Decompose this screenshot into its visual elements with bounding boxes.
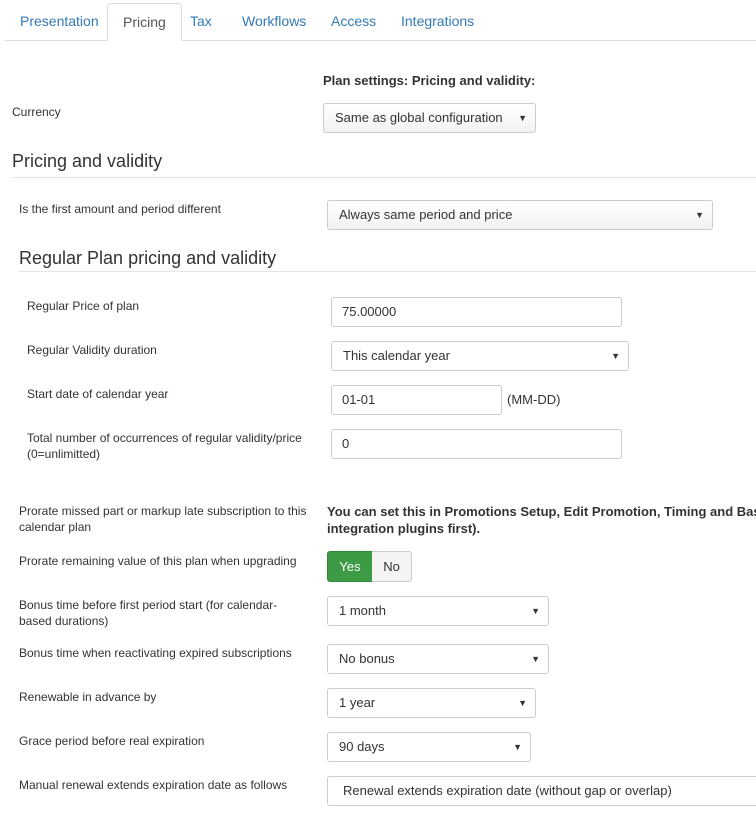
- regular-section-title: Regular Plan pricing and validity: [19, 248, 277, 268]
- divider: [19, 271, 756, 272]
- bonus-reactivate-label: Bonus time when reactivating expired sub…: [19, 646, 292, 660]
- tab-pricing[interactable]: Pricing: [107, 3, 182, 41]
- tab-access[interactable]: Access: [316, 3, 391, 40]
- prorate-upgrade-yes-button[interactable]: Yes: [327, 551, 373, 582]
- currency-label: Currency: [12, 105, 61, 119]
- caret-down-icon: ▼: [513, 742, 522, 752]
- first-amount-select[interactable]: Always same period and price ▼: [327, 200, 713, 230]
- renewable-label: Renewable in advance by: [19, 690, 157, 704]
- tab-integrations[interactable]: Integrations: [386, 3, 489, 40]
- occurrences-label-line1: Total number of occurrences of regular v…: [27, 431, 302, 445]
- prorate-missed-label: Prorate missed part or markup late subsc…: [19, 503, 306, 535]
- caret-down-icon: ▼: [695, 210, 704, 220]
- prorate-missed-note-line1: You can set this in Promotions Setup, Ed…: [327, 504, 756, 519]
- caret-down-icon: ▼: [518, 698, 527, 708]
- regular-validity-select-value: This calendar year: [343, 348, 450, 363]
- occurrences-input[interactable]: 0: [331, 429, 622, 459]
- tab-bar: Presentation Pricing Tax Workflows Acces…: [5, 3, 756, 41]
- grace-select-value: 90 days: [339, 739, 385, 754]
- grace-select[interactable]: 90 days ▼: [327, 732, 531, 762]
- tab-tax[interactable]: Tax: [175, 3, 227, 40]
- pricing-section-title: Pricing and validity: [12, 151, 163, 171]
- manual-renewal-select-value: Renewal extends expiration date (without…: [343, 783, 672, 798]
- bonus-first-label-line1: Bonus time before first period start (fo…: [19, 598, 278, 612]
- manual-renewal-select[interactable]: Renewal extends expiration date (without…: [327, 776, 756, 806]
- bonus-first-label-line2: based durations): [19, 614, 109, 628]
- caret-down-icon: ▼: [531, 654, 540, 664]
- regular-validity-label: Regular Validity duration: [27, 343, 157, 357]
- caret-down-icon: ▼: [611, 351, 620, 361]
- caret-down-icon: ▼: [518, 113, 527, 123]
- prorate-upgrade-label: Prorate remaining value of this plan whe…: [19, 554, 297, 568]
- tab-workflows[interactable]: Workflows: [227, 3, 321, 40]
- start-date-format-hint: (MM-DD): [507, 392, 561, 407]
- manual-renewal-label: Manual renewal extends expiration date a…: [19, 778, 288, 792]
- occurrences-label-line2: (0=unlimitted): [27, 447, 101, 461]
- first-amount-label: Is the first amount and period different: [19, 202, 221, 216]
- prorate-missed-note: You can set this in Promotions Setup, Ed…: [327, 503, 756, 537]
- prorate-missed-label-line1: Prorate missed part or markup late subsc…: [19, 504, 307, 518]
- plan-settings-header: Plan settings: Pricing and validity:: [323, 73, 536, 88]
- divider: [12, 177, 756, 178]
- bonus-first-label: Bonus time before first period start (fo…: [19, 597, 277, 629]
- renewable-select[interactable]: 1 year ▼: [327, 688, 536, 718]
- prorate-missed-label-line2: calendar plan: [19, 520, 92, 534]
- caret-down-icon: ▼: [531, 606, 540, 616]
- grace-label: Grace period before real expiration: [19, 734, 205, 748]
- bonus-first-select-value: 1 month: [339, 603, 386, 618]
- bonus-reactivate-select-value: No bonus: [339, 651, 395, 666]
- regular-price-label: Regular Price of plan: [27, 299, 140, 313]
- currency-select-value: Same as global configuration: [335, 110, 503, 125]
- occurrences-label: Total number of occurrences of regular v…: [27, 430, 302, 462]
- regular-validity-select[interactable]: This calendar year ▼: [331, 341, 629, 371]
- start-date-label: Start date of calendar year: [27, 387, 169, 401]
- start-date-input[interactable]: 01-01: [331, 385, 502, 415]
- prorate-upgrade-no-button[interactable]: No: [372, 551, 412, 582]
- bonus-reactivate-select[interactable]: No bonus ▼: [327, 644, 549, 674]
- prorate-missed-note-line2: integration plugins first).: [327, 521, 481, 536]
- renewable-select-value: 1 year: [339, 695, 376, 710]
- regular-price-input[interactable]: 75.00000: [331, 297, 622, 327]
- tab-presentation[interactable]: Presentation: [5, 3, 114, 40]
- currency-select[interactable]: Same as global configuration ▼: [323, 103, 536, 133]
- bonus-first-select[interactable]: 1 month ▼: [327, 596, 549, 626]
- first-amount-select-value: Always same period and price: [339, 207, 513, 222]
